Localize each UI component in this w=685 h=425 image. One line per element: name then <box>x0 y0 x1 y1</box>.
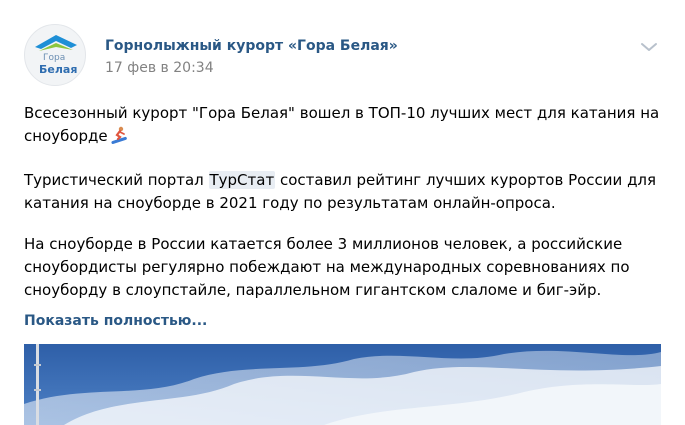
paragraph-3: На сноуборде в России катается более 3 м… <box>24 233 664 302</box>
sky-photo-image <box>24 344 661 425</box>
post-author[interactable]: Горнолыжный курорт «Гора Белая» <box>105 37 398 55</box>
chevron-down-icon <box>641 43 657 51</box>
paragraph-2: Туристический портал ТурСтат составил ре… <box>24 169 664 215</box>
text-line: сноуборду в слоупстайле, параллельном ги… <box>24 281 602 299</box>
avatar[interactable]: Гора Белая <box>24 24 86 86</box>
snowboarder-icon <box>109 126 129 151</box>
post-date[interactable]: 17 фев в 20:34 <box>105 59 214 77</box>
post-photo[interactable] <box>24 344 661 425</box>
show-more-link[interactable]: Показать полностью... <box>24 311 207 331</box>
text-line: На сноуборде в России катается более 3 м… <box>24 235 623 253</box>
text-fragment: составил рейтинг лучших курортов России … <box>275 171 657 189</box>
text-line: Туристический портал ТурСтат составил ре… <box>24 169 664 192</box>
post-menu-button[interactable] <box>638 38 660 56</box>
post-text: Всесезонный курорт "Гора Белая" вошел в … <box>24 102 664 302</box>
wall-post: Гора Белая Горнолыжный курорт «Гора Бела… <box>0 0 685 425</box>
logo-word2: Белая <box>39 63 78 76</box>
text-line: сноубордисты регулярно побеждают на межд… <box>24 258 630 276</box>
text-line: катания на сноуборде в 2021 году по резу… <box>24 194 556 212</box>
text-fragment: сноуборде <box>24 127 108 145</box>
text-line: Всесезонный курорт "Гора Белая" вошел в … <box>24 104 660 122</box>
paragraph-1: Всесезонный курорт "Гора Белая" вошел в … <box>24 102 664 151</box>
mention-link-turstat[interactable]: ТурСтат <box>208 171 276 189</box>
text-line: сноуборде <box>24 125 664 151</box>
text-fragment: Туристический портал <box>24 171 209 189</box>
avatar-logo-text: Гора Белая <box>39 53 77 75</box>
